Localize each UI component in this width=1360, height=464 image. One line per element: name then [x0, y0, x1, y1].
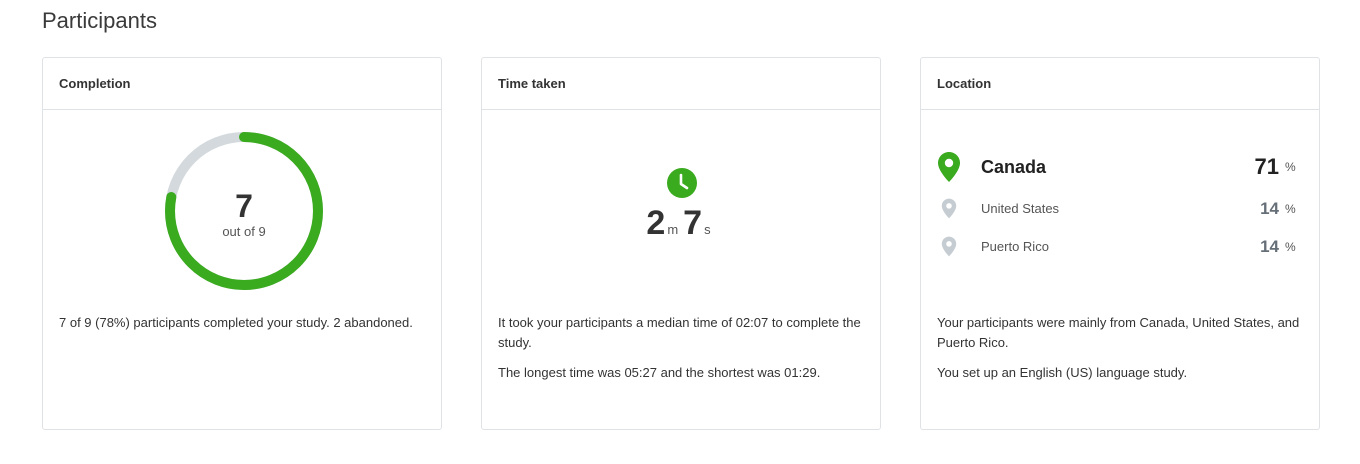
time-description-median: It took your participants a median time … [498, 315, 861, 350]
location-header: Location [921, 58, 1319, 110]
minutes-unit: m [667, 222, 679, 237]
location-name: Puerto Rico [981, 239, 1049, 254]
location-description-countries: Your participants were mainly from Canad… [937, 315, 1300, 350]
location-value: 14 [1260, 236, 1279, 256]
median-seconds: 7 [683, 204, 703, 242]
location-unit: % [1285, 160, 1296, 174]
location-value: 71 [1254, 154, 1279, 179]
location-card: Location Canada 71 % United States 14 % … [920, 57, 1320, 430]
completion-card: Completion 7 out of 9 7 of 9 (78%) parti… [42, 57, 442, 430]
time-taken-header: Time taken [482, 58, 880, 110]
location-name: United States [981, 201, 1060, 216]
location-row-canada: Canada 71 % [937, 150, 1296, 184]
completion-description: 7 of 9 (78%) participants completed your… [59, 315, 413, 330]
location-description-language: You set up an English (US) language stud… [937, 365, 1188, 380]
clock-icon [667, 168, 697, 198]
completed-count: 7 [235, 187, 253, 224]
location-name: Canada [981, 156, 1047, 177]
location-row-united-states: United States 14 % [937, 198, 1296, 219]
map-pin-icon [938, 152, 960, 182]
completed-out-of: out of 9 [222, 223, 266, 239]
time-taken-card: Time taken 2m7s It took your participant… [481, 57, 881, 430]
page-title: Participants [42, 8, 157, 33]
median-minutes: 2 [646, 204, 666, 242]
median-time: 2m7s [482, 204, 880, 243]
time-description-range: The longest time was 05:27 and the short… [498, 365, 821, 380]
completion-header: Completion [43, 58, 441, 110]
location-row-puerto-rico: Puerto Rico 14 % [937, 236, 1296, 257]
map-pin-icon [941, 198, 957, 219]
map-pin-icon [941, 236, 957, 257]
location-unit: % [1285, 239, 1296, 254]
seconds-unit: s [704, 222, 711, 237]
location-value: 14 [1260, 198, 1279, 218]
location-unit: % [1285, 201, 1296, 216]
